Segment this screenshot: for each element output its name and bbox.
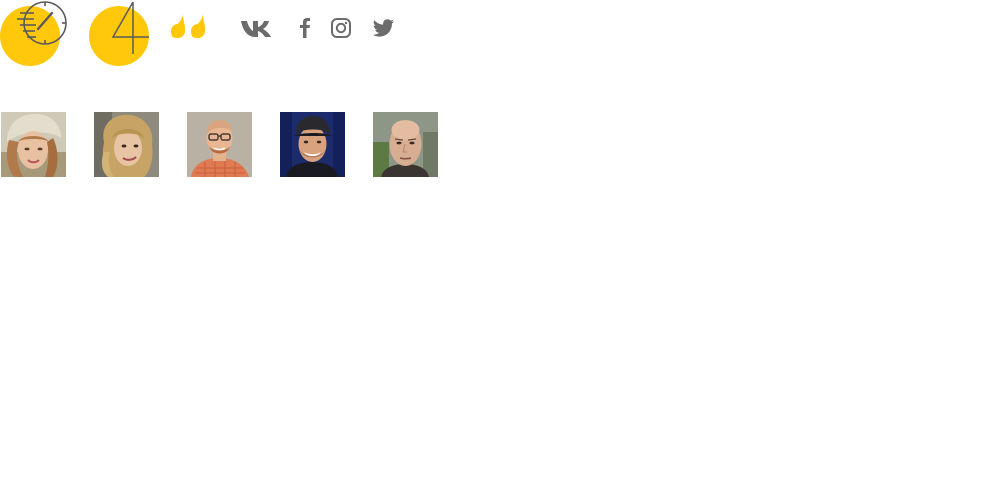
number-four-icon: 4 [87, 0, 153, 70]
avatar-woman-hat[interactable] [1, 112, 66, 177]
twitter-icon[interactable] [371, 16, 395, 40]
feature-icons-row: 4 [0, 0, 420, 70]
avatar-man-bald[interactable] [373, 112, 438, 177]
vk-icon[interactable] [240, 16, 274, 40]
page: 4 [0, 0, 1000, 500]
avatar-woman-curly-hair[interactable] [94, 112, 159, 177]
speedometer-icon [0, 0, 70, 70]
facebook-icon[interactable] [298, 16, 312, 40]
instagram-icon[interactable] [330, 16, 352, 40]
avatar-man-cap[interactable] [280, 112, 345, 177]
avatar-man-glasses[interactable] [187, 112, 252, 177]
quote-icon [168, 0, 216, 40]
avatars-row [0, 112, 450, 178]
